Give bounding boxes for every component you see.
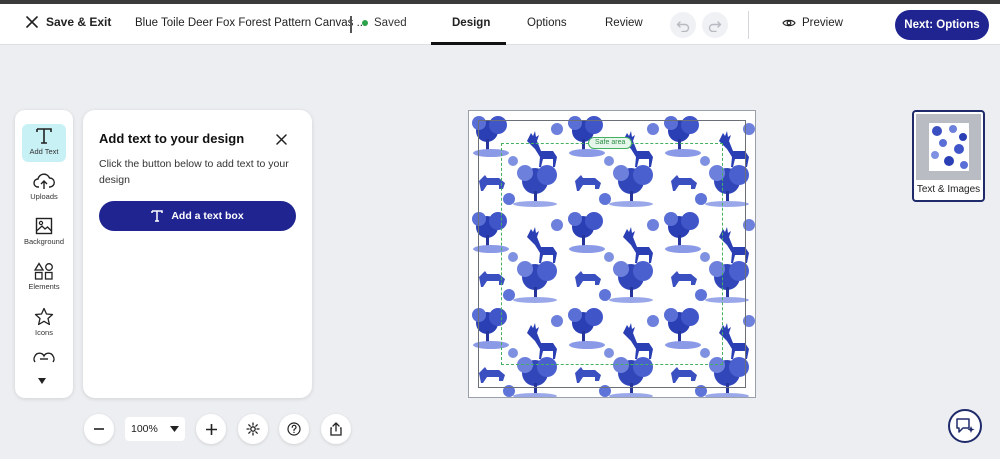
caret-down-icon [38,378,46,384]
tab-design[interactable]: Design [452,17,490,29]
help-icon [287,422,301,436]
eye-icon [782,19,796,27]
saved-status: Saved [362,17,407,29]
minus-icon [94,428,104,430]
gear-icon [246,422,260,436]
tool-elements[interactable]: Elements [22,259,66,297]
add-text-box-label: Add a text box [171,210,244,222]
image-icon [35,217,53,235]
undo-button[interactable] [670,12,696,38]
text-t-icon [36,128,52,144]
settings-button[interactable] [238,414,268,444]
tool-label: Elements [28,282,60,291]
thumbnail-preview [916,114,981,180]
panel-description: Click the button below to add text to yo… [99,158,289,186]
toile-pattern-image [469,111,755,397]
star-icon [34,307,54,326]
thumbnail-pattern-image [929,123,969,171]
plus-icon [205,423,217,435]
tool-label: Background [23,237,65,246]
safe-area-label: Safe area [588,137,633,149]
thumbnail-canvas [929,123,969,171]
cloud-upload-icon [33,173,55,189]
zoom-in-button[interactable] [196,414,226,444]
zoom-out-button[interactable] [84,414,114,444]
preview-label: Preview [802,17,843,29]
chat-sparkle-icon [956,418,975,433]
zoom-level-value: 100% [131,423,158,435]
saved-label: Saved [374,17,407,29]
next-options-button[interactable]: Next: Options [895,10,989,40]
saved-dot-icon [362,20,368,26]
close-icon [26,16,38,28]
save-exit-button[interactable]: Save & Exit [26,15,111,29]
help-button[interactable] [279,414,309,444]
undo-icon [676,21,690,32]
close-icon [276,134,287,145]
thumbnail-label: Text & Images [916,184,981,195]
active-tab-indicator [431,42,506,45]
header-bar: Save & Exit Blue Toile Deer Fox Forest P… [0,4,1000,45]
shapes-icon [34,262,53,280]
preview-button[interactable]: Preview [782,17,843,29]
add-text-box-button[interactable]: Add a text box [99,201,296,231]
tool-icons[interactable]: Icons [22,304,66,342]
tool-label: Icons [35,328,53,337]
tool-uploads[interactable]: Uploads [22,169,66,207]
chat-support-button[interactable] [948,409,982,443]
text-t-icon [151,210,164,222]
save-exit-label: Save & Exit [46,15,112,29]
redo-icon [708,21,722,32]
caret-down-icon [170,426,179,432]
tool-add-text[interactable]: Add Text [22,124,66,162]
share-button[interactable] [321,414,351,444]
tab-options[interactable]: Options [527,17,567,29]
zoom-level-select[interactable]: 100% [125,417,185,441]
tab-review[interactable]: Review [605,17,643,29]
tool-sidebar: Add Text Uploads Background Elements Ico… [15,110,73,398]
design-canvas[interactable]: Safe area [468,110,756,398]
panel-title: Add text to your design [99,131,245,146]
qr-code-icon [33,352,55,363]
panel-close-button[interactable] [276,132,287,150]
share-icon [330,422,342,436]
tool-background[interactable]: Background [22,214,66,252]
more-tools-button[interactable] [37,372,47,390]
add-text-panel: Add text to your design Click the button… [83,110,312,398]
header-divider [748,11,749,39]
tool-label: Add Text [29,147,59,156]
tool-qr-code[interactable] [22,349,66,367]
document-title: Blue Toile Deer Fox Forest Pattern Canva… [135,17,367,29]
tool-label: Uploads [30,192,58,201]
title-divider [350,16,352,33]
side-thumbnail-card[interactable]: Text & Images [912,110,985,202]
redo-button[interactable] [702,12,728,38]
